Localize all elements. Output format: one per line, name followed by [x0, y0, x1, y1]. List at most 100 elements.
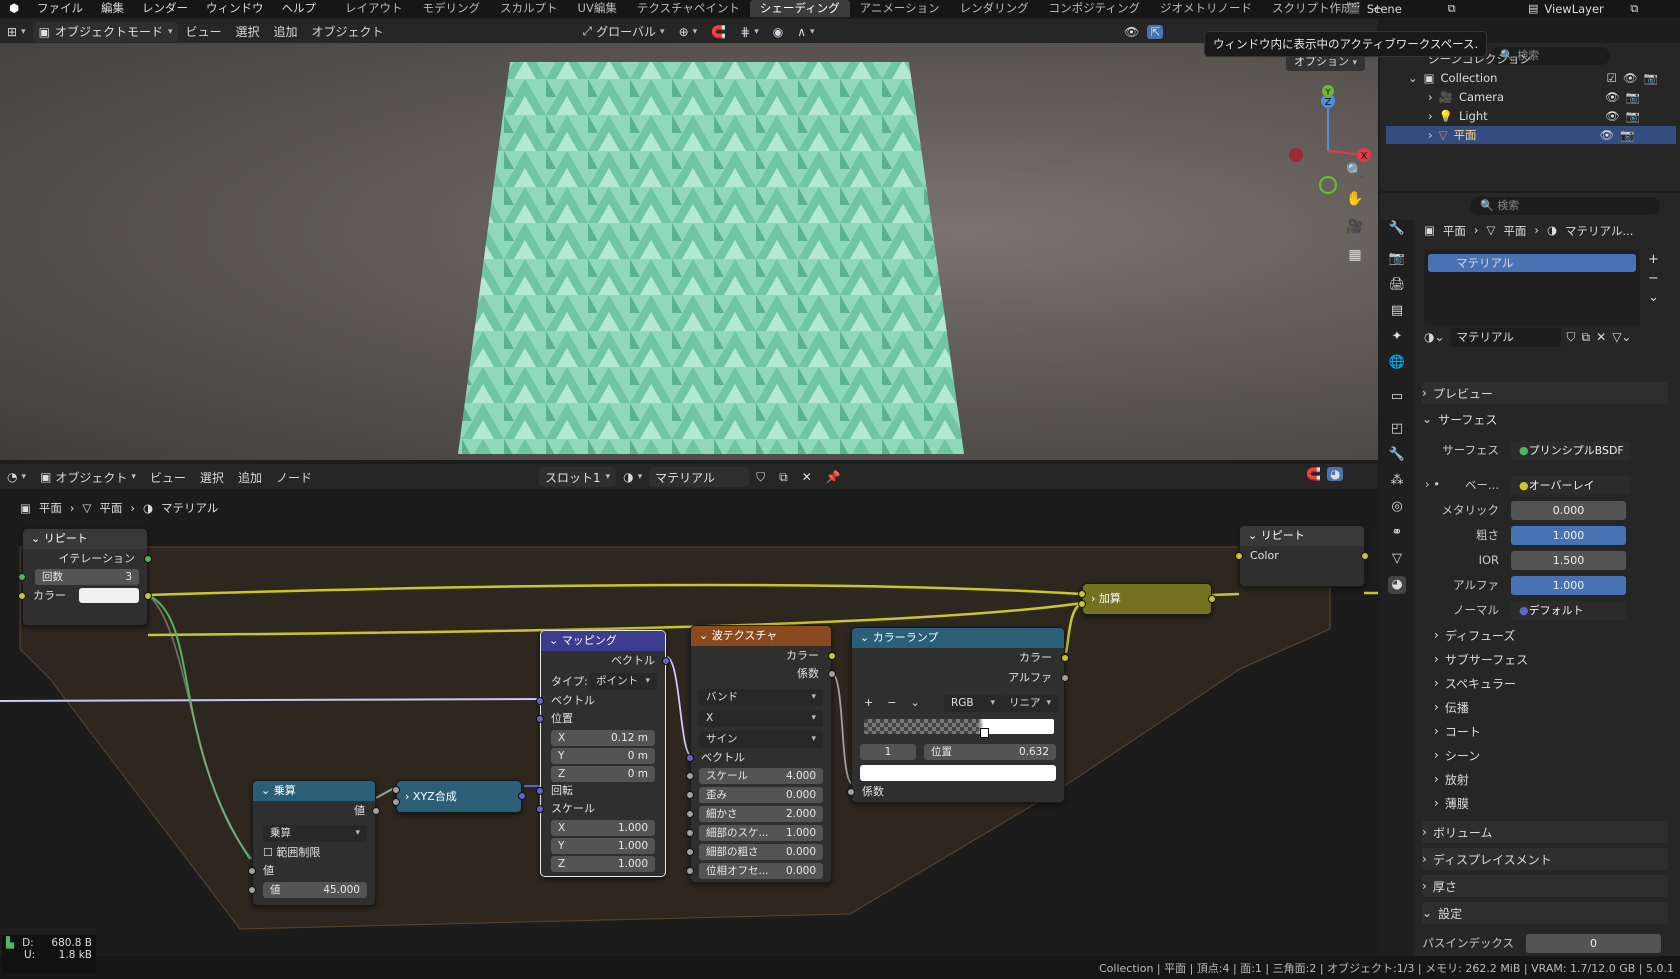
coat-subpanel[interactable]: › コート — [1434, 720, 1680, 742]
surface-panel[interactable]: ⌄ サーフェス — [1422, 408, 1668, 430]
ramp-gradient-bar[interactable] — [864, 719, 1054, 734]
perspective-grid-icon[interactable]: ▦ — [1343, 241, 1367, 269]
ramp-color-socket[interactable] — [1061, 654, 1069, 662]
pin-icon[interactable]: 📌 — [819, 470, 848, 484]
surface-shader-value[interactable]: ● プリンシプルBSDF — [1511, 440, 1631, 460]
physics-tab-icon[interactable]: ◎ — [1388, 498, 1406, 516]
blender-logo-icon[interactable]: ⬢ — [0, 0, 28, 17]
data-tab-icon[interactable]: ▽ — [1388, 550, 1406, 568]
tool-tab-icon[interactable]: 🔧 — [1388, 220, 1406, 238]
wave-detail-field[interactable]: 細かさ 2.000 — [699, 806, 823, 822]
ramp-position-field[interactable]: 位置 0.632 — [924, 744, 1056, 760]
tab-layout[interactable]: レイアウト — [335, 0, 413, 17]
wave-roughness-field[interactable]: 細部の粗さ 0.000 — [699, 844, 823, 860]
overlay-icon[interactable]: ◕ — [1326, 467, 1344, 481]
snap-icon[interactable]: 🧲 — [704, 25, 733, 39]
menu-view[interactable]: ビュー — [178, 23, 228, 40]
loc-z-field[interactable]: Z 0 m — [551, 766, 655, 782]
viewlayer-selector[interactable]: ▤ ViewLayer ⧉ — [1528, 0, 1638, 17]
mapping-scale-socket[interactable] — [536, 805, 544, 813]
wave-detail-scale-field[interactable]: 細部のスケ... 1.000 — [699, 825, 823, 841]
slot-menu-icon[interactable]: ⌄ — [1648, 288, 1659, 307]
mapping-type-dropdown[interactable]: ポイント ▾ — [589, 673, 657, 690]
wave-phase-field[interactable]: 位相オフセ... 0.000 — [699, 863, 823, 879]
displacement-panel[interactable]: › ディスプレイスメント — [1422, 848, 1668, 870]
mapping-rotation-socket[interactable] — [536, 787, 544, 795]
diffuse-subpanel[interactable]: › ディフューズ — [1434, 624, 1680, 646]
wave-color-socket[interactable] — [828, 652, 836, 660]
ramp-stop-handle[interactable] — [980, 728, 989, 738]
clamp-checkbox[interactable]: ☐ 範囲制限 — [263, 845, 320, 861]
snap-node-icon[interactable]: 🧲 — [1306, 467, 1321, 481]
wave-detail-socket[interactable] — [686, 810, 694, 818]
output-tab-icon[interactable]: 🖨 — [1388, 276, 1406, 294]
eye-icon[interactable]: 👁 — [1605, 109, 1620, 123]
combine-xyz-node[interactable]: › XYZ合成 — [392, 780, 526, 813]
particles-tab-icon[interactable]: ⁂ — [1388, 472, 1406, 490]
material-tab-icon[interactable]: ◕ — [1388, 576, 1406, 594]
outliner-row-collection[interactable]: ⌄ ▣ Collection ☑ 👁 📷 — [1408, 69, 1676, 87]
pass-index-field[interactable]: 0 — [1526, 933, 1661, 953]
subsurface-subpanel[interactable]: › サブサーフェス — [1434, 648, 1680, 670]
scene-selector[interactable]: 🎬 Scene ⧉ — [1347, 0, 1456, 17]
thickness-panel[interactable]: › 厚さ — [1422, 875, 1668, 897]
thin-film-subpanel[interactable]: › 薄膜 — [1434, 792, 1680, 814]
outliner-row-camera[interactable]: › 🎥 Camera 👁 📷 — [1428, 88, 1676, 106]
iteration-socket[interactable] — [144, 555, 152, 563]
value2-in-socket[interactable] — [248, 886, 256, 894]
ramp-remove-button[interactable]: − — [887, 695, 896, 711]
tab-texture-paint[interactable]: テクスチャペイント — [627, 0, 750, 17]
wave-fac-socket[interactable] — [828, 670, 836, 678]
add-in2-socket[interactable] — [1078, 600, 1086, 608]
menu-edit[interactable]: 編集 — [92, 0, 133, 17]
color-in-socket[interactable] — [18, 592, 26, 600]
value-in-socket[interactable] — [248, 867, 256, 875]
camera-render-icon[interactable]: 📷 — [1643, 71, 1657, 85]
pivot-icon[interactable]: ⊕ ▾ — [672, 25, 705, 39]
eye-icon[interactable]: 👁 — [1623, 71, 1638, 85]
menu-file[interactable]: ファイル — [28, 0, 92, 17]
count-field[interactable]: 回数 3 — [35, 569, 139, 585]
wave-distortion-field[interactable]: 歪み 0.000 — [699, 787, 823, 803]
outliner-row-light[interactable]: › 💡 Light 👁 📷 — [1428, 107, 1676, 125]
camera-render-icon[interactable]: 📷 — [1626, 109, 1640, 123]
fake-user-icon[interactable]: ⛉ — [749, 470, 772, 485]
tab-sculpt[interactable]: スカルプト — [490, 0, 568, 17]
wave-direction-dropdown[interactable]: X ▾ — [699, 710, 823, 727]
mapping-vector-in-socket[interactable] — [536, 697, 544, 705]
proportional-edit-icon[interactable]: ◉ — [766, 25, 790, 39]
tab-animation[interactable]: アニメーション — [850, 0, 950, 17]
expand-icon[interactable]: › — [1428, 128, 1433, 142]
ramp-interp-dropdown[interactable]: リニア ▾ — [1002, 695, 1058, 712]
ramp-stop-index[interactable]: 1 — [860, 744, 916, 760]
falloff-icon[interactable]: ∧ ▾ — [790, 25, 821, 39]
repeat-output-node[interactable]: ⌄ リピート Color — [1235, 525, 1369, 587]
loc-x-field[interactable]: X 0.12 m — [551, 730, 655, 746]
volume-panel[interactable]: › ボリューム — [1422, 821, 1668, 843]
ramp-menu-icon[interactable]: ⌄ — [910, 695, 919, 711]
view-layer-tab-icon[interactable]: ▤ — [1388, 302, 1406, 320]
material-slot-item[interactable]: マテリアル — [1428, 254, 1636, 272]
collection-tab-icon[interactable]: ▭ — [1388, 388, 1406, 406]
ramp-fac-socket[interactable] — [847, 788, 855, 796]
metallic-field[interactable]: 0.000 — [1511, 500, 1626, 520]
material-slot-list[interactable]: マテリアル — [1424, 250, 1640, 325]
alpha-field[interactable]: 1.000 — [1511, 575, 1626, 595]
menu-add[interactable]: 追加 — [267, 23, 305, 40]
value-field[interactable]: 値 45.000 — [263, 882, 367, 898]
material-name-field[interactable]: マテリアル — [649, 467, 750, 487]
node-menu-node[interactable]: ノード — [269, 469, 319, 486]
loc-y-field[interactable]: Y 0 m — [551, 748, 655, 764]
normal-value[interactable]: ● デフォルト — [1511, 600, 1626, 620]
snap-target-icon[interactable]: ⋕ ▾ — [733, 25, 766, 39]
expand-icon[interactable]: ⌄ — [1408, 71, 1418, 85]
object-tab-icon[interactable]: ◰ — [1388, 420, 1406, 438]
material-name-input[interactable]: マテリアル — [1450, 327, 1561, 347]
specular-subpanel[interactable]: › スペキュラー — [1434, 672, 1680, 694]
scene-tab-icon[interactable]: ✦ — [1388, 328, 1406, 346]
ior-field[interactable]: 1.500 — [1511, 550, 1626, 570]
duplicate-material-icon[interactable]: ⧉ — [772, 470, 795, 485]
expand-icon[interactable]: › — [1428, 109, 1433, 123]
visibility-icon[interactable]: 👁 — [1124, 25, 1139, 39]
expand-icon[interactable]: › — [1428, 90, 1433, 104]
